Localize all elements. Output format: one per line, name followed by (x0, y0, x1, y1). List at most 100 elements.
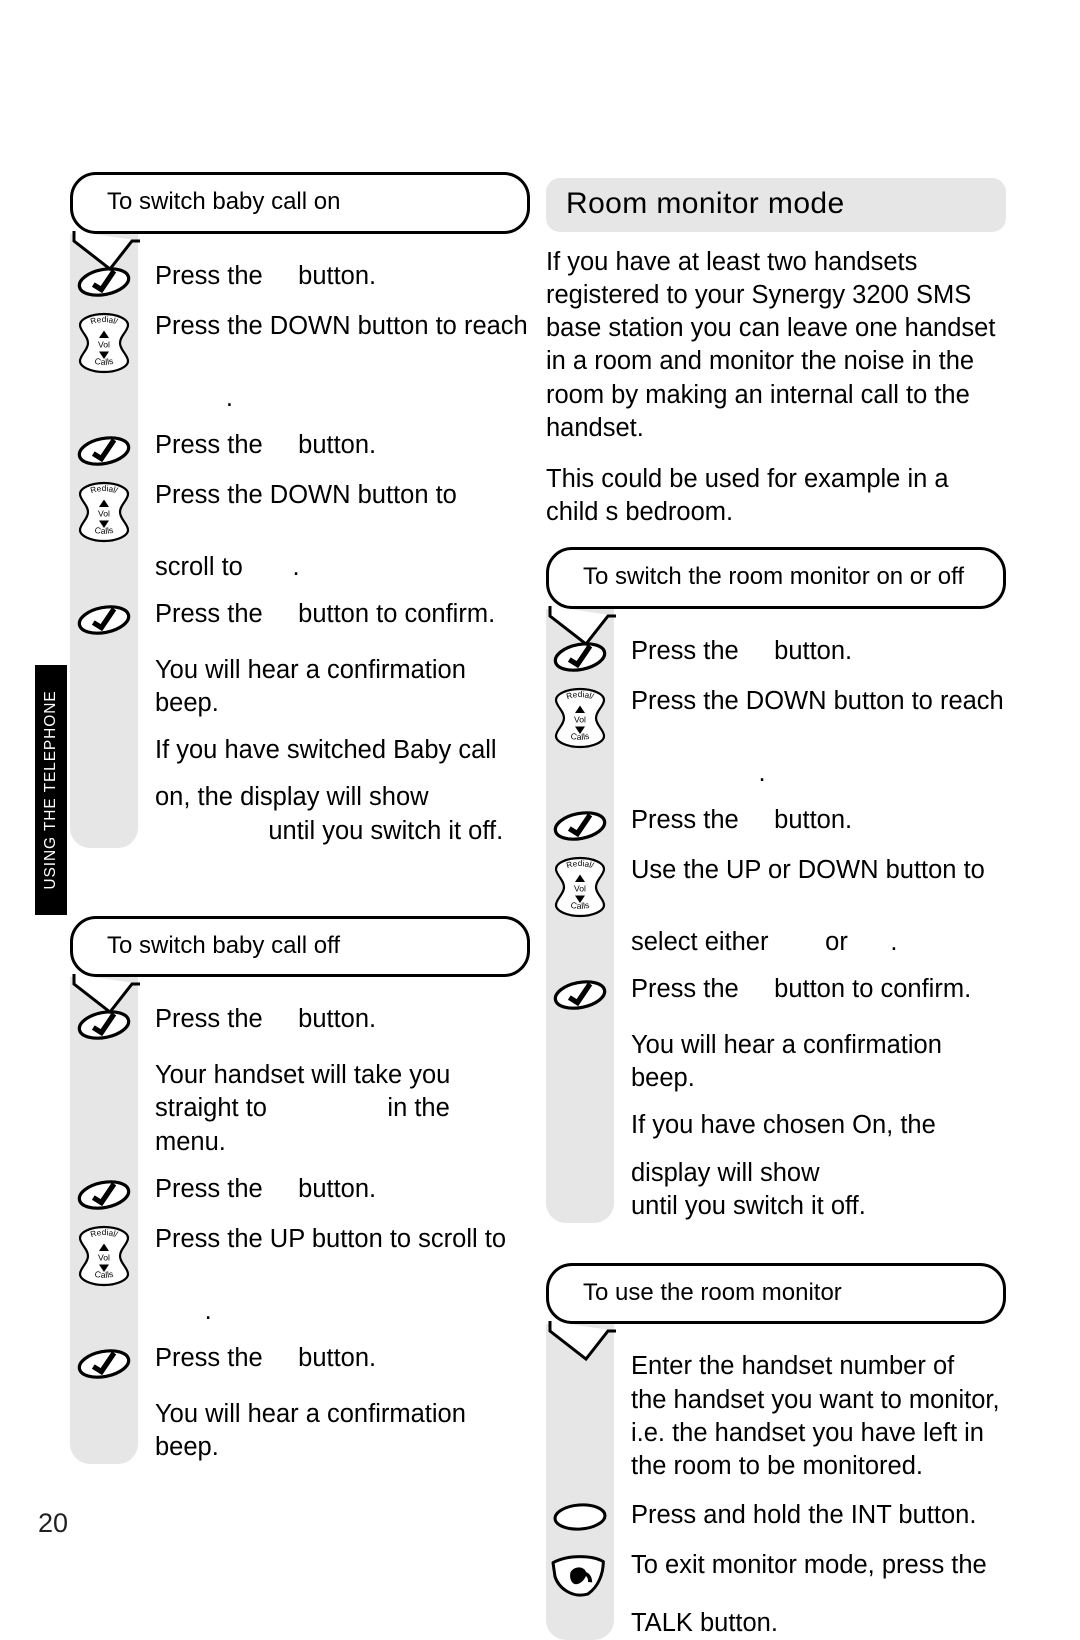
step-icon-slot (546, 926, 614, 928)
step-text: straight to in the (155, 1094, 450, 1123)
step-icon-slot[interactable]: Redial/ Vol Calls (546, 854, 614, 918)
step-row: Your handset will take you (70, 1059, 530, 1092)
step-icon-slot (70, 654, 138, 656)
steps-use-room-monitor: Enter the handset number of the handset y… (546, 1324, 1006, 1640)
step-text: Press the button to confirm. (631, 975, 972, 1004)
step-icon-slot (70, 687, 138, 689)
steps-baby-call-off: Press the button. Your handset will take … (70, 977, 530, 1465)
step-list: Press the button. Your handset will take … (70, 1003, 530, 1464)
step-icon-slot (546, 1062, 614, 1064)
step-row: beep. (70, 1431, 530, 1464)
callout-tail-icon (72, 230, 142, 273)
callout-title-box: To use the room monitor (546, 1262, 1006, 1325)
step-icon-slot[interactable]: Redial/ Vol Calls (70, 1223, 138, 1287)
step-icon-slot[interactable] (70, 598, 138, 640)
step-text: Press the UP button to scroll to (155, 1224, 507, 1253)
step-row: Press the button. (70, 1342, 530, 1384)
step-row: Redial/ Vol Calls Press the DOWN button … (70, 310, 530, 374)
step-icon-slot (546, 1450, 614, 1452)
page-title: Room monitor mode (546, 178, 1006, 232)
step-text: You will hear a confirmation (631, 1031, 942, 1060)
step-icon-slot[interactable] (546, 1499, 614, 1533)
step-row: If you have chosen On, the (546, 1109, 1006, 1142)
step-icon-slot (546, 1607, 614, 1609)
step-text: display will show (631, 1158, 820, 1187)
step-text: until you switch it off. (155, 816, 504, 845)
callout-tail-icon (548, 1321, 618, 1363)
step-text: Enter the handset number of (631, 1352, 955, 1381)
svg-text:Vol: Vol (574, 714, 586, 724)
intro-paragraph-1: If you have at least two handsets regist… (546, 248, 996, 442)
step-text: beep. (155, 689, 219, 718)
step-row: If you have switched Baby call (70, 734, 530, 767)
step-text: To exit monitor mode, press the (631, 1551, 987, 1580)
step-row: You will hear a confirmation (546, 1029, 1006, 1062)
step-text: select either or . (631, 927, 898, 956)
step-row: menu. (70, 1126, 530, 1159)
step-text: You will hear a confirmation (155, 1399, 466, 1428)
step-text: scroll to . (155, 552, 300, 581)
section-tab: USING THE TELEPHONE (35, 665, 67, 915)
step-text: If you have chosen On, the (631, 1111, 936, 1140)
step-icon-slot (70, 734, 138, 736)
step-text: Press the DOWN button to reach (631, 686, 1004, 715)
step-row: You will hear a confirmation (70, 1398, 530, 1431)
step-icon-slot[interactable]: Redial/ Vol Calls (546, 685, 614, 749)
step-row: Redial/ Vol Calls Press the DOWN button … (546, 685, 1006, 749)
step-icon-slot (70, 1431, 138, 1433)
step-icon-slot (70, 1398, 138, 1400)
svg-text:Vol: Vol (98, 1252, 110, 1262)
step-icon-slot (546, 1157, 614, 1159)
step-row: beep. (70, 687, 530, 720)
step-row: To exit monitor mode, press the (546, 1549, 1006, 1599)
step-row: Press the button. (546, 804, 1006, 846)
step-icon-slot[interactable] (70, 1173, 138, 1215)
step-row: on, the display will show (70, 781, 530, 814)
step-icon-slot[interactable] (70, 429, 138, 471)
intro-paragraph-2: This could be used for example in a chil… (546, 464, 949, 526)
step-text: TALK button. (631, 1609, 778, 1638)
svg-text:Calls: Calls (94, 355, 114, 366)
navigation-key-icon: Redial/ Vol Calls (554, 856, 606, 918)
step-text: Press the button. (155, 1174, 377, 1203)
step-icon-slot[interactable] (546, 973, 614, 1015)
step-icon-slot[interactable] (546, 804, 614, 846)
step-text: Press the button to confirm. (155, 599, 496, 628)
step-icon-slot[interactable]: Redial/ Vol Calls (70, 310, 138, 374)
step-icon-slot[interactable] (546, 1549, 614, 1599)
step-row: i.e. the handset you have left in (546, 1417, 1006, 1450)
callout-baby-call-on: To switch baby call on (70, 172, 530, 271)
callout-title-box: To switch baby call on (70, 172, 530, 234)
step-text: i.e. the handset you have left in (631, 1418, 984, 1447)
step-text: Press the button. (155, 430, 377, 459)
step-text: Press the button. (155, 1005, 377, 1034)
navigation-key-icon: Redial/ Vol Calls (78, 312, 130, 373)
step-icon-slot (70, 1059, 138, 1061)
step-row: Press the button. (70, 1173, 530, 1215)
step-row: until you switch it off. (70, 815, 530, 848)
step-text: . (155, 383, 233, 412)
step-row: Redial/ Vol Calls Press the DOWN button … (70, 479, 530, 543)
step-icon-slot[interactable] (70, 1342, 138, 1384)
step-row: Press the button. (70, 429, 530, 471)
step-text: You will hear a confirmation (155, 655, 466, 684)
left-column: To switch baby call on Press the button.… (70, 172, 530, 1465)
callout-title: To switch baby call on (107, 188, 341, 215)
navigation-key-icon: Redial/ Vol Calls (78, 1225, 130, 1286)
callout-title-box: To switch baby call off (70, 915, 530, 978)
callout-title: To switch baby call off (107, 931, 341, 959)
callout-room-monitor-on-off: To switch the room monitor on or off (546, 547, 1006, 646)
step-text: Press the button. (631, 805, 853, 834)
step-text: Press the DOWN button to reach (155, 311, 528, 340)
step-text: until you switch it off. (631, 1191, 866, 1220)
steps-gutter (70, 977, 138, 1465)
step-row: Redial/ Vol Calls Press the UP button to… (70, 1223, 530, 1287)
step-text: beep. (631, 1064, 695, 1093)
step-text: Use the UP or DOWN button to (631, 855, 985, 884)
step-row: the handset you want to monitor, (546, 1384, 1006, 1417)
step-icon-slot (70, 781, 138, 783)
svg-text:Calls: Calls (94, 1269, 114, 1280)
step-icon-slot[interactable]: Redial/ Vol Calls (70, 479, 138, 543)
step-icon-slot (70, 815, 138, 817)
step-icon-slot (546, 1384, 614, 1386)
